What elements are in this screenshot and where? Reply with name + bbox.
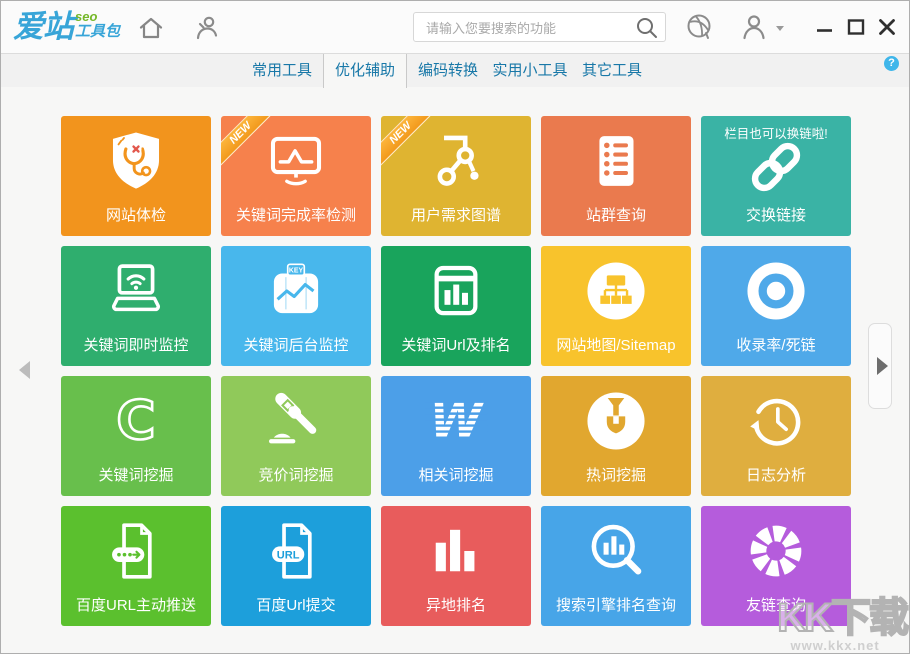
search-rank-icon	[541, 515, 691, 587]
tab-1[interactable]: 常用工具	[241, 54, 323, 87]
tile-label: 关键词后台监控	[221, 334, 371, 355]
tile-doc-push[interactable]: 百度URL主动推送	[61, 506, 211, 626]
laptop-wifi-icon	[61, 255, 211, 327]
tile-label: 相关词挖掘	[381, 464, 531, 485]
search-input[interactable]	[424, 15, 628, 41]
tile-label: 用户需求图谱	[381, 204, 531, 225]
segment-wheel-icon	[701, 515, 851, 587]
shield-checkup-icon	[61, 125, 211, 197]
tile-sitemap-circle[interactable]: 网站地图/Sitemap	[541, 246, 691, 366]
tab-list: 常用工具优化辅助编码转换实用小工具其它工具	[241, 54, 653, 87]
tile-gavel[interactable]: 竞价词挖掘	[221, 376, 371, 496]
tile-letter-c[interactable]: C 关键词挖掘	[61, 376, 211, 496]
logo-brand: 爱站	[13, 8, 73, 46]
letter-c-icon: C	[61, 385, 211, 457]
tile-list-pad[interactable]: 站群查询	[541, 116, 691, 236]
help-icon[interactable]: ?	[884, 56, 899, 71]
striped-w-icon: W	[381, 385, 531, 457]
tile-shovel-circle[interactable]: 热词挖掘	[541, 376, 691, 496]
tab-2[interactable]: 优化辅助	[323, 54, 407, 88]
chain-link-icon	[701, 138, 851, 196]
maximize-button[interactable]	[844, 15, 868, 39]
top-bar: 爱站 seo 工具包	[1, 1, 909, 53]
home-icon[interactable]	[136, 13, 166, 43]
doc-url-icon: URL	[221, 515, 371, 587]
app-window: 爱站 seo 工具包	[0, 0, 910, 654]
tile-label: 关键词完成率检测	[221, 204, 371, 225]
chevron-right-icon	[877, 357, 888, 375]
tile-label: 搜索引擎排名查询	[541, 594, 691, 615]
tile-label: 收录率/死链	[701, 334, 851, 355]
close-button[interactable]	[875, 15, 899, 39]
tab-5[interactable]: 其它工具	[571, 54, 653, 87]
sitemap-circle-icon	[541, 255, 691, 327]
shovel-circle-icon	[541, 385, 691, 457]
content-area: 网站体检 NEW关键词完成率检测NEW用户需求图谱站群查询栏目也可以换链啦!交换链…	[1, 87, 909, 654]
app-logo: 爱站 seo 工具包	[13, 8, 120, 46]
minimize-button[interactable]	[813, 15, 837, 39]
tile-striped-w[interactable]: W 相关词挖掘	[381, 376, 531, 496]
tile-doc-url[interactable]: URL 百度Url提交	[221, 506, 371, 626]
tile-chain-link[interactable]: 栏目也可以换链啦!交换链接	[701, 116, 851, 236]
search-box	[413, 12, 666, 42]
tile-label: 网站体检	[61, 204, 211, 225]
tile-window-bars[interactable]: 关键词Url及排名	[381, 246, 531, 366]
window-bars-icon	[381, 255, 531, 327]
doc-push-icon	[61, 515, 211, 587]
tab-3[interactable]: 编码转换	[407, 54, 489, 87]
key-chart-icon: KEY	[221, 255, 371, 327]
tab-4[interactable]: 实用小工具	[489, 54, 571, 87]
tile-label: 站群查询	[541, 204, 691, 225]
bar-chart-icon	[381, 515, 531, 587]
logo-sub: 工具包	[75, 23, 120, 40]
tile-node-graph[interactable]: NEW用户需求图谱	[381, 116, 531, 236]
tile-search-rank[interactable]: 搜索引擎排名查询	[541, 506, 691, 626]
tile-segment-wheel[interactable]: 友链查询	[701, 506, 851, 626]
history-clock-icon	[701, 385, 851, 457]
tile-label: 热词挖掘	[541, 464, 691, 485]
tile-target-ring[interactable]: 收录率/死链	[701, 246, 851, 366]
tile-bar-chart[interactable]: 异地排名	[381, 506, 531, 626]
tile-key-chart[interactable]: KEY 关键词后台监控	[221, 246, 371, 366]
next-page-button[interactable]	[868, 323, 892, 409]
tile-label: 友链查询	[701, 594, 851, 615]
gavel-icon	[221, 385, 371, 457]
search-icon[interactable]	[635, 16, 659, 40]
tile-label: 关键词挖掘	[61, 464, 211, 485]
tool-grid: 网站体检 NEW关键词完成率检测NEW用户需求图谱站群查询栏目也可以换链啦!交换链…	[61, 116, 851, 626]
tile-label: 异地排名	[381, 594, 531, 615]
tile-label: 竞价词挖掘	[221, 464, 371, 485]
list-pad-icon	[541, 125, 691, 197]
tile-label: 关键词即时监控	[61, 334, 211, 355]
dribbble-icon[interactable]	[685, 12, 715, 42]
account-icon[interactable]	[191, 13, 221, 43]
svg-text:C: C	[116, 389, 155, 452]
tile-label: 交换链接	[701, 204, 851, 225]
logo-seo: seo	[75, 10, 120, 23]
tab-bar: 常用工具优化辅助编码转换实用小工具其它工具 ?	[1, 53, 909, 88]
svg-text:URL: URL	[277, 549, 300, 561]
user-icon[interactable]	[739, 12, 769, 42]
tile-history-clock[interactable]: 日志分析	[701, 376, 851, 496]
tile-monitor-chart[interactable]: NEW关键词完成率检测	[221, 116, 371, 236]
tile-label: 关键词Url及排名	[381, 334, 531, 355]
tile-label: 百度Url提交	[221, 594, 371, 615]
caret-down-icon[interactable]	[776, 26, 784, 31]
svg-text:KEY: KEY	[289, 268, 304, 275]
tile-laptop-wifi[interactable]: 关键词即时监控	[61, 246, 211, 366]
tile-label: 网站地图/Sitemap	[541, 334, 691, 355]
prev-page-arrow[interactable]	[19, 361, 30, 379]
tile-shield-checkup[interactable]: 网站体检	[61, 116, 211, 236]
tile-label: 日志分析	[701, 464, 851, 485]
watermark-url: www.kkx.net	[777, 639, 907, 653]
target-ring-icon	[701, 255, 851, 327]
tile-label: 百度URL主动推送	[61, 594, 211, 615]
